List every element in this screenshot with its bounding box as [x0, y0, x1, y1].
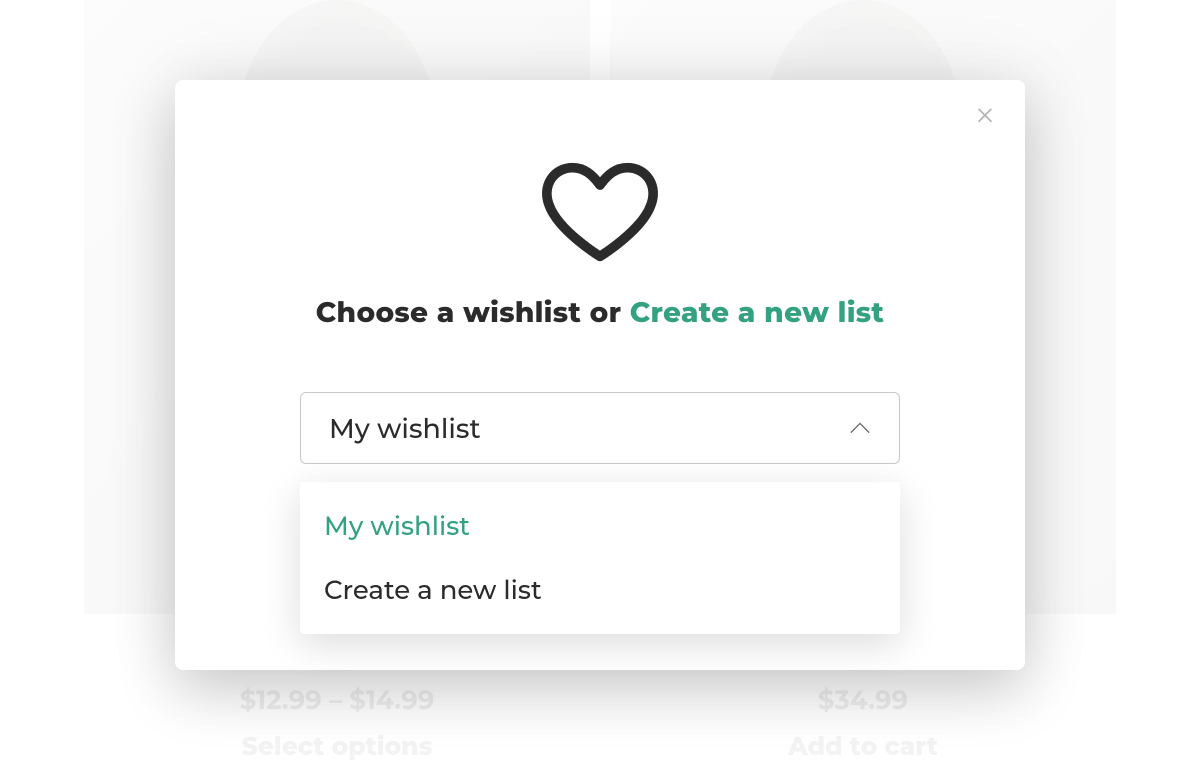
headline-prefix: Choose a wishlist or: [316, 296, 630, 330]
modal-headline: Choose a wishlist or Create a new list: [211, 296, 989, 330]
create-new-list-link[interactable]: Create a new list: [630, 296, 884, 330]
dropdown-option-my-wishlist[interactable]: My wishlist: [300, 494, 900, 558]
close-button[interactable]: [971, 102, 999, 130]
wishlist-dropdown: My wishlist Create a new list: [300, 482, 900, 634]
wishlist-select[interactable]: My wishlist: [300, 392, 900, 464]
wishlist-modal: Choose a wishlist or Create a new list M…: [175, 80, 1025, 670]
heart-icon: [540, 160, 660, 266]
chevron-up-icon: [849, 421, 871, 435]
wishlist-select-wrap: My wishlist My wishlist Create a new lis…: [300, 392, 900, 464]
dropdown-option-create-new[interactable]: Create a new list: [300, 558, 900, 622]
close-icon: [974, 103, 996, 130]
modal-wrapper: Choose a wishlist or Create a new list M…: [0, 0, 1200, 762]
select-value: My wishlist: [329, 412, 481, 445]
